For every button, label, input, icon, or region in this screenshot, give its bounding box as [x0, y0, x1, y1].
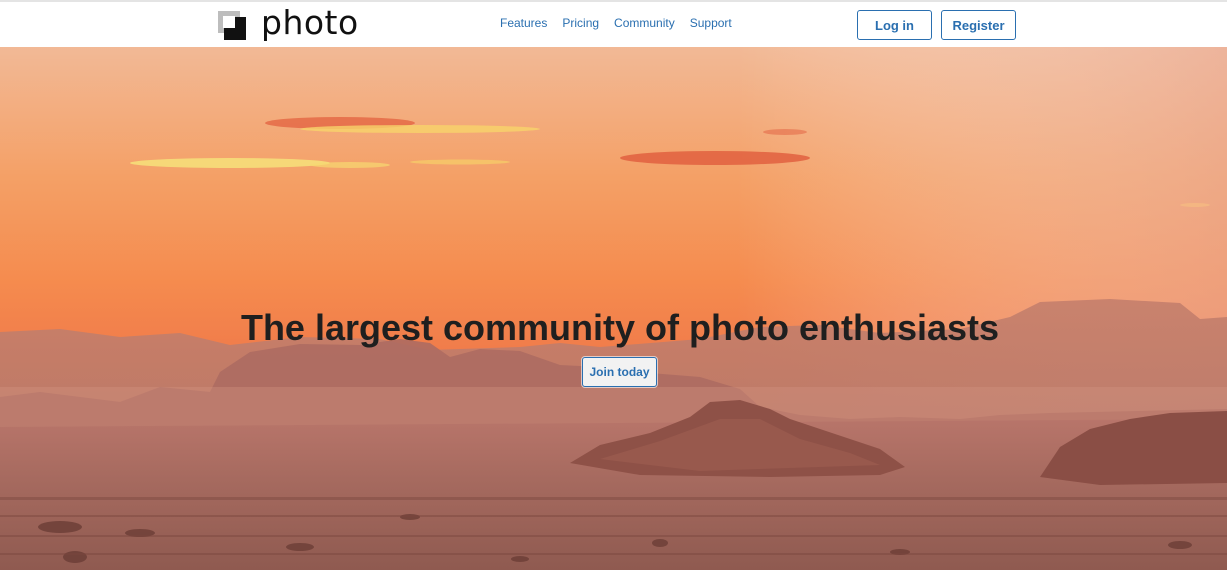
- brand-name: photo: [261, 3, 359, 42]
- nav-link-pricing[interactable]: Pricing: [562, 16, 599, 30]
- nav-link-community[interactable]: Community: [614, 16, 675, 30]
- hero-section: The largest community of photo enthusias…: [0, 47, 1227, 570]
- nav-link-support[interactable]: Support: [690, 16, 732, 30]
- page: photo Features Pricing Community Support…: [0, 0, 1227, 572]
- square-photo-logo-icon: [218, 11, 246, 40]
- login-button[interactable]: Log in: [857, 10, 932, 40]
- nav-link-features[interactable]: Features: [500, 16, 547, 30]
- join-today-button[interactable]: Join today: [582, 357, 657, 387]
- navbar: photo Features Pricing Community Support…: [0, 2, 1227, 47]
- main-nav: Features Pricing Community Support: [500, 16, 732, 30]
- brand-logo-link[interactable]: photo: [218, 3, 359, 44]
- register-button[interactable]: Register: [941, 10, 1016, 40]
- hero-title: The largest community of photo enthusias…: [240, 307, 1000, 349]
